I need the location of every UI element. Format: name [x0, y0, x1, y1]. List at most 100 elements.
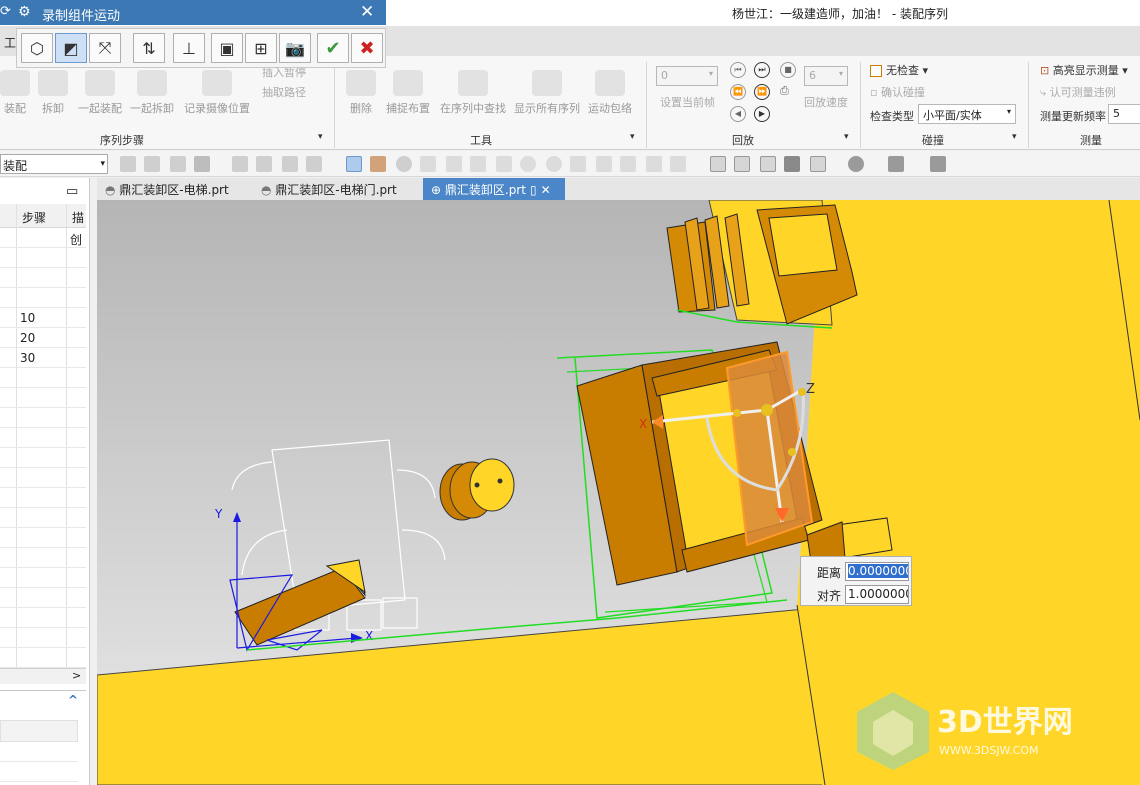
close-icon[interactable]: ✕: [360, 2, 374, 22]
details-panel-header[interactable]: ^: [0, 690, 86, 710]
cube-orient-icon[interactable]: [888, 156, 904, 172]
step-back-icon[interactable]: ⏪: [730, 84, 746, 100]
intersection-icon[interactable]: [646, 156, 662, 172]
step-forward-icon[interactable]: ⏩: [754, 84, 770, 100]
save-icon[interactable]: ▯: [530, 183, 537, 197]
render-style-icon[interactable]: [810, 156, 826, 172]
distance-input[interactable]: 0.0000000: [845, 562, 909, 581]
extract-path-button[interactable]: 抽取路径: [262, 84, 306, 100]
close-tab-icon[interactable]: ✕: [541, 183, 551, 197]
group-expand-icon[interactable]: ▾: [318, 132, 323, 142]
highlight-measure-dropdown[interactable]: ⊡ 高亮显示测量 ▾: [1040, 62, 1128, 78]
play-forward-icon[interactable]: ▶: [754, 106, 770, 122]
ribbon-tab[interactable]: 工: [4, 34, 16, 51]
table-row[interactable]: [0, 508, 86, 528]
confirm-collision-button[interactable]: ▫ 确认碰撞: [870, 84, 925, 100]
set-current-frame-button[interactable]: 设置当前帧: [660, 94, 715, 110]
table-row[interactable]: [0, 568, 86, 588]
layer-icon[interactable]: [930, 156, 946, 172]
record-camera-button[interactable]: 记录摄像位置: [182, 70, 252, 116]
component-select-icon[interactable]: [282, 156, 298, 172]
export-movie-icon[interactable]: ⎙: [780, 84, 789, 98]
table-row[interactable]: [0, 628, 86, 648]
assemble-button[interactable]: 装配: [0, 70, 30, 116]
table-row[interactable]: [0, 548, 86, 568]
move-handles-only-button[interactable]: ◩: [55, 33, 87, 63]
snapshot-button[interactable]: 📷: [279, 33, 311, 63]
csys-align-button[interactable]: ⊥: [173, 33, 205, 63]
find-in-sequence-button[interactable]: 在序列中查找: [440, 70, 506, 116]
group-expand-icon[interactable]: ▾: [1012, 132, 1017, 142]
playback-speed-combo[interactable]: 6 ▾: [804, 66, 848, 86]
table-row[interactable]: [0, 488, 86, 508]
zoom-icon[interactable]: [734, 156, 750, 172]
align-input[interactable]: 1.0000000: [845, 585, 909, 604]
pen-icon[interactable]: [620, 156, 636, 172]
disassemble-button[interactable]: 拆卸: [36, 70, 70, 116]
table-row[interactable]: [0, 368, 86, 388]
select-icon[interactable]: [120, 156, 136, 172]
frame-combo[interactable]: 0 ▾: [656, 66, 718, 86]
group-expand-icon[interactable]: ▾: [630, 132, 635, 142]
class-selection-icon[interactable]: [194, 156, 210, 172]
cancel-button[interactable]: ✖: [351, 33, 383, 63]
rotate-icon[interactable]: [760, 156, 776, 172]
delete-button[interactable]: 删除: [344, 70, 378, 116]
target-icon[interactable]: [396, 156, 412, 172]
tab-loading-area-prt[interactable]: ⊕ 鼎汇装卸区.prt ▯ ✕: [423, 178, 565, 200]
table-row[interactable]: [0, 448, 86, 468]
table-row[interactable]: [0, 648, 86, 668]
collapse-icon[interactable]: ^: [68, 693, 78, 707]
hierarchy-button[interactable]: ⊞: [245, 33, 277, 63]
motion-envelope-button[interactable]: 运动包络: [586, 70, 634, 116]
gear-icon[interactable]: ⚙: [18, 4, 31, 20]
table-row[interactable]: [0, 268, 86, 288]
column-header-desc[interactable]: 描: [72, 209, 84, 226]
fast-forward-icon[interactable]: ⏭: [754, 62, 770, 78]
no-check-dropdown[interactable]: 无检查 ▾: [870, 62, 928, 78]
curve-icon[interactable]: [470, 156, 486, 172]
rewind-icon[interactable]: ⏮: [730, 62, 746, 78]
funnel-icon[interactable]: [170, 156, 186, 172]
arrow-up-icon[interactable]: [496, 156, 512, 172]
approve-violation-button[interactable]: ⤷ 认可测量违例: [1040, 84, 1116, 100]
column-header-step[interactable]: 步骤: [22, 209, 46, 226]
fit-view-icon[interactable]: [710, 156, 726, 172]
table-row[interactable]: 20: [0, 328, 86, 348]
stair-structure[interactable]: [666, 200, 858, 329]
filter-icon[interactable]: [144, 156, 160, 172]
table-row[interactable]: [0, 388, 86, 408]
snap-layout-button[interactable]: 捕捉布置: [384, 70, 432, 116]
circle-center-icon[interactable]: [520, 156, 536, 172]
table-row[interactable]: [0, 608, 86, 628]
snap-handle-button[interactable]: ⤧: [89, 33, 121, 63]
table-row[interactable]: [0, 288, 86, 308]
distance-input-popup[interactable]: 距离 0.0000000 对齐 1.0000000: [800, 556, 912, 606]
table-row[interactable]: 创: [0, 228, 86, 248]
lighting-icon[interactable]: [848, 156, 864, 172]
plus-point-icon[interactable]: [570, 156, 586, 172]
table-row[interactable]: 10: [0, 308, 86, 328]
component-preview-button[interactable]: ▣: [211, 33, 243, 63]
maximize-icon[interactable]: ▭: [66, 184, 78, 199]
tangent-icon[interactable]: [596, 156, 612, 172]
face-select-icon[interactable]: [346, 156, 362, 172]
group-expand-icon[interactable]: ▾: [844, 132, 849, 142]
record-motion-dialog-header[interactable]: ⟳ ⚙ 录制组件运动 ✕: [0, 0, 386, 25]
table-row[interactable]: [0, 528, 86, 548]
selection-filter-combo[interactable]: 装配 ▾: [0, 154, 108, 174]
snap-point-icon[interactable]: [232, 156, 248, 172]
line-icon[interactable]: [420, 156, 436, 172]
disassemble-together-button[interactable]: 一起拆卸: [128, 70, 176, 116]
tab-elevator-door-prt[interactable]: ◓ 鼎汇装卸区-电梯门.prt: [253, 178, 403, 200]
solid-body-icon[interactable]: [370, 156, 386, 172]
eye-icon[interactable]: [670, 156, 686, 172]
shaded-cube-icon[interactable]: [784, 156, 800, 172]
table-row[interactable]: [0, 248, 86, 268]
ok-button[interactable]: ✔: [317, 33, 349, 63]
table-row[interactable]: [0, 468, 86, 488]
measure-frequency-input[interactable]: 5: [1108, 104, 1140, 124]
table-row[interactable]: [0, 588, 86, 608]
point-to-point-button[interactable]: ⇅: [133, 33, 165, 63]
stop-icon[interactable]: ■: [780, 62, 796, 78]
